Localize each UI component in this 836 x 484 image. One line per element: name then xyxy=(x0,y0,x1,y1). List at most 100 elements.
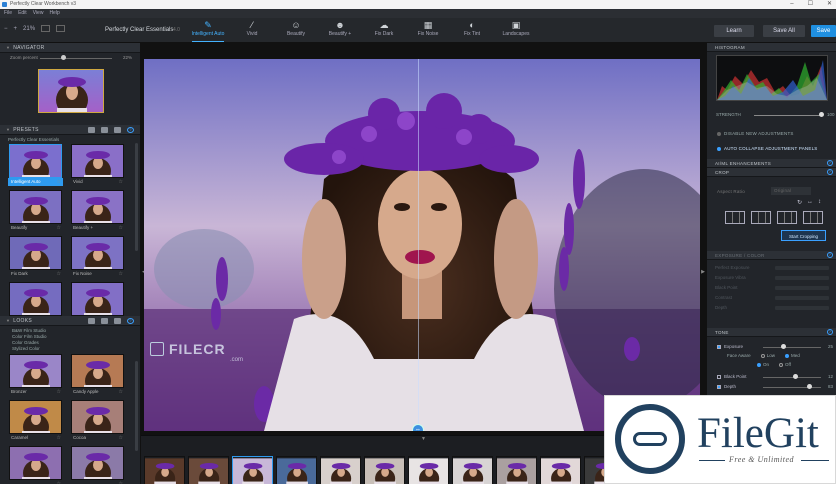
radio-med[interactable]: Med xyxy=(784,353,800,358)
photo-preview[interactable]: ⇔ FILECR .com xyxy=(144,59,700,431)
gear-icon[interactable] xyxy=(114,127,121,133)
tool-5[interactable]: ▦ Fix Noise xyxy=(406,18,450,43)
star-icon[interactable]: ☆ xyxy=(119,178,123,186)
depth-checkbox[interactable] xyxy=(717,384,721,389)
filmstrip-thumbnail[interactable] xyxy=(276,456,317,484)
filmstrip-toggle-icon[interactable]: ▼ xyxy=(421,436,426,442)
look-tile[interactable]: Candy Apple ☆ xyxy=(70,354,125,397)
preset-tile[interactable]: Fix Noise ☆ xyxy=(70,236,125,279)
star-icon[interactable]: ☆ xyxy=(119,388,123,396)
maximize-button[interactable]: ☐ xyxy=(808,0,813,9)
exposure-color-row[interactable]: Black Point xyxy=(715,283,831,293)
view-split-icon[interactable] xyxy=(56,25,66,32)
exposure-color-row[interactable]: Exposure Vibra xyxy=(715,273,831,283)
star-icon[interactable]: ☆ xyxy=(57,270,61,278)
exposure-color-row[interactable]: Perfect Exposure xyxy=(715,263,831,273)
help-icon[interactable]: ? xyxy=(827,160,833,166)
look-tile[interactable]: Caramel ☆ xyxy=(8,400,63,443)
look-tile[interactable]: Bronzer ☆ xyxy=(8,354,63,397)
look-tile[interactable]: Cocoa ☆ xyxy=(70,400,125,443)
menu-view[interactable]: View xyxy=(33,9,44,18)
disable-adjustments-toggle[interactable]: DISABLE NEW ADJUSTMENTS xyxy=(717,131,794,136)
crop-grid-thirds-icon[interactable] xyxy=(725,211,745,224)
star-icon[interactable]: ☆ xyxy=(57,224,61,232)
depth-slider[interactable] xyxy=(763,387,821,388)
filmstrip-thumbnail[interactable] xyxy=(408,456,449,484)
view-single-icon[interactable] xyxy=(41,25,51,32)
exposure-color-row[interactable]: Contrast xyxy=(715,293,831,303)
save-all-button[interactable]: Save All xyxy=(763,25,805,37)
menu-file[interactable]: File xyxy=(4,9,12,18)
gear-icon[interactable] xyxy=(114,318,121,324)
look-tile[interactable]: ☆ xyxy=(70,446,125,484)
start-cropping-button[interactable]: Start Cropping xyxy=(781,230,826,241)
close-button[interactable]: ✕ xyxy=(827,0,832,9)
crop-header[interactable]: CROP? xyxy=(707,168,836,177)
preset-tile[interactable]: Beautify + ☆ xyxy=(70,190,125,233)
list-view-icon[interactable] xyxy=(101,127,108,133)
preset-dropdown[interactable]: Perfectly Clear Essentials xyxy=(105,27,173,33)
tool-0[interactable]: ✎ Intelligent Auto xyxy=(186,18,230,43)
exposure-color-header[interactable]: EXPOSURE / COLOR? xyxy=(707,251,836,260)
star-icon[interactable]: ☆ xyxy=(57,178,61,186)
radio-off[interactable]: Off xyxy=(779,362,791,367)
save-button[interactable]: Save xyxy=(811,25,836,37)
tool-3[interactable]: ☻ Beautify + xyxy=(318,18,362,43)
minimize-button[interactable]: – xyxy=(790,0,793,9)
presets-header[interactable]: ▼ PRESETS ? xyxy=(0,125,140,135)
zoom-in-icon[interactable]: + xyxy=(14,26,18,32)
crop-grid-quarters-icon[interactable] xyxy=(751,211,771,224)
looks-header[interactable]: ▼ LOOKS ? xyxy=(0,316,140,326)
preset-tile[interactable]: Vivid ☆ xyxy=(70,144,125,187)
radio-on[interactable]: On xyxy=(757,362,769,367)
collapse-right-arrow-icon[interactable]: ▶ xyxy=(701,269,705,275)
zoom-slider[interactable] xyxy=(40,58,112,59)
star-icon[interactable]: ☆ xyxy=(57,480,61,484)
looks-scrollbar[interactable] xyxy=(135,361,138,451)
star-icon[interactable]: ☆ xyxy=(57,388,61,396)
grid-view-icon[interactable] xyxy=(88,318,95,324)
auto-collapse-toggle[interactable]: AUTO COLLAPSE ADJUSTMENT PANELS xyxy=(717,146,817,151)
learn-button[interactable]: Learn xyxy=(714,25,754,37)
filmstrip-thumbnail[interactable] xyxy=(364,456,405,484)
strength-slider[interactable] xyxy=(754,115,822,116)
ai-enhancements-header[interactable]: AI/ML ENHANCEMENTS? xyxy=(707,159,836,168)
tool-4[interactable]: ☁ Fix Dark xyxy=(362,18,406,43)
aspect-ratio-select[interactable]: Original xyxy=(771,187,811,195)
filmstrip-thumbnail[interactable] xyxy=(540,456,581,484)
filmstrip-thumbnail[interactable] xyxy=(232,456,273,484)
tool-2[interactable]: ☺ Beautify xyxy=(274,18,318,43)
tool-7[interactable]: ▣ Landscapes xyxy=(494,18,538,43)
black-point-slider[interactable] xyxy=(763,377,821,378)
filmstrip-thumbnail[interactable] xyxy=(188,456,229,484)
star-icon[interactable]: ☆ xyxy=(119,434,123,442)
depth-slider-knob[interactable] xyxy=(807,384,813,389)
tool-6[interactable]: ◐ Fix Tint xyxy=(450,18,494,43)
help-icon[interactable]: ? xyxy=(827,329,833,335)
histogram-header[interactable]: HISTOGRAM xyxy=(707,43,836,52)
navigator-thumbnail[interactable] xyxy=(38,69,104,113)
filmstrip-thumbnail[interactable] xyxy=(452,456,493,484)
star-icon[interactable]: ☆ xyxy=(119,224,123,232)
star-icon[interactable]: ☆ xyxy=(119,270,123,278)
zoom-out-icon[interactable]: − xyxy=(4,26,8,32)
black-point-checkbox[interactable] xyxy=(717,374,721,379)
preset-group-label[interactable]: Perfectly Clear Essentials xyxy=(0,136,140,144)
menu-edit[interactable]: Edit xyxy=(18,9,27,18)
exposure-color-row[interactable]: Depth xyxy=(715,303,831,313)
help-icon[interactable]: ? xyxy=(127,127,134,133)
filmstrip-thumbnail[interactable] xyxy=(496,456,537,484)
flip-horizontal-icon[interactable]: ↔ xyxy=(807,199,813,206)
image-canvas[interactable]: ◀ ▶ ⇔ FILECR .com xyxy=(141,43,706,435)
navigator-header[interactable]: ▼ NAVIGATOR xyxy=(0,43,140,53)
black-point-slider-knob[interactable] xyxy=(792,374,798,379)
exposure-slider[interactable] xyxy=(763,347,821,348)
preset-tile[interactable]: Fix Dark ☆ xyxy=(8,236,63,279)
exposure-row[interactable]: Exposure 25 xyxy=(717,343,833,351)
menu-help[interactable]: Help xyxy=(49,9,59,18)
filmstrip-thumbnail[interactable] xyxy=(320,456,361,484)
black-point-row[interactable]: Black Point 12 xyxy=(717,373,833,381)
star-icon[interactable]: ☆ xyxy=(57,434,61,442)
zoom-slider-knob[interactable] xyxy=(61,55,66,60)
exposure-checkbox[interactable] xyxy=(717,344,721,349)
